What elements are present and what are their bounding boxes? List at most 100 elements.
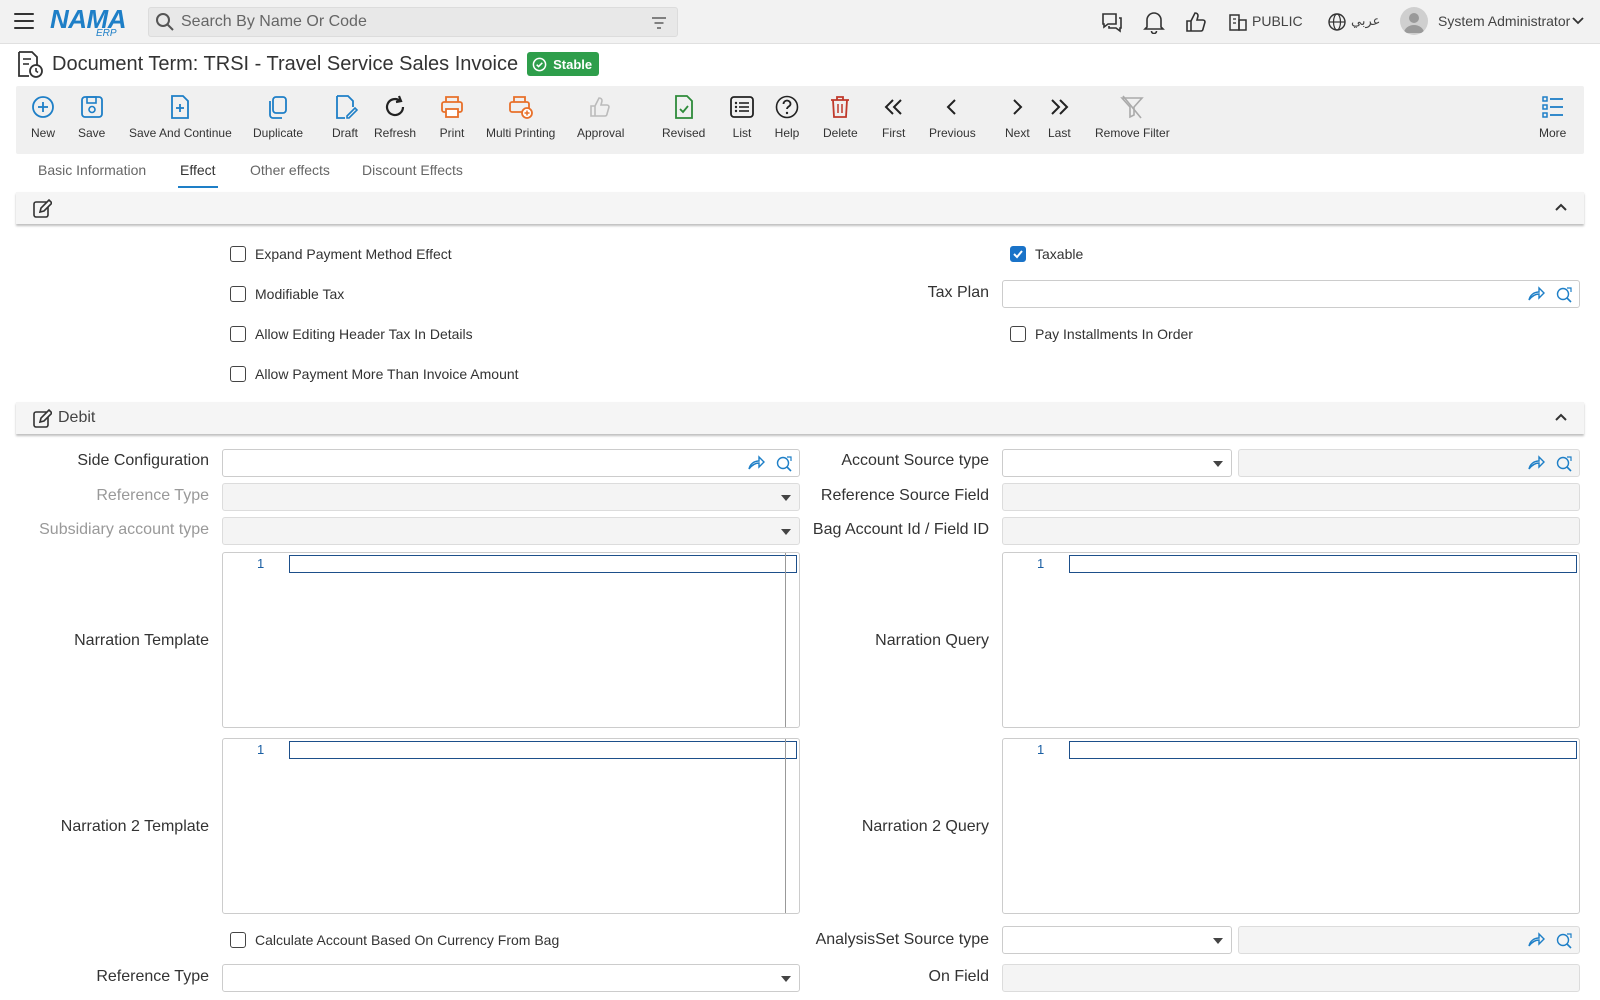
remove-filter-label: Remove Filter — [1095, 126, 1170, 140]
checkbox[interactable] — [1010, 326, 1026, 342]
checkbox[interactable] — [230, 366, 246, 382]
user-name[interactable]: System Administrator — [1438, 13, 1570, 29]
checkbox[interactable] — [230, 932, 246, 948]
checkbox[interactable] — [230, 246, 246, 262]
narration-2-query-editor[interactable]: 1 — [1002, 738, 1580, 914]
search-icon[interactable] — [1555, 455, 1573, 473]
narration-2-template-editor[interactable]: 1 — [222, 738, 800, 914]
tab-effect[interactable]: Effect — [180, 162, 216, 178]
revised-button[interactable]: Revised — [662, 94, 705, 140]
save-button[interactable]: Save — [78, 94, 105, 140]
more-label: More — [1539, 126, 1567, 140]
editor-scrollbar[interactable] — [785, 739, 786, 913]
checkbox-label: Taxable — [1035, 246, 1084, 262]
app-logo[interactable]: NAMA ERP — [50, 4, 127, 39]
narration-2-template-label: Narration 2 Template — [60, 818, 209, 835]
filter-icon[interactable] — [651, 15, 667, 31]
checkbox-label: Expand Payment Method Effect — [255, 246, 452, 262]
side-configuration-field[interactable] — [222, 449, 800, 477]
save-label: Save — [78, 126, 106, 140]
status-text: Stable — [553, 56, 593, 72]
duplicate-button[interactable]: Duplicate — [253, 94, 303, 140]
edit-icon — [33, 409, 52, 428]
branch-label[interactable]: PUBLIC — [1252, 13, 1303, 29]
search-input[interactable] — [181, 13, 641, 31]
checkbox-checked[interactable] — [1010, 246, 1026, 262]
taxable-checkbox[interactable]: Taxable — [1010, 246, 1083, 262]
draft-button[interactable]: Draft — [332, 94, 358, 140]
line-number: 1 — [1037, 742, 1045, 757]
search-icon[interactable] — [1555, 932, 1573, 950]
next-button[interactable]: Next — [1005, 94, 1030, 140]
help-icon — [775, 95, 799, 119]
bag-account-id-field[interactable] — [1002, 517, 1580, 545]
previous-button[interactable]: Previous — [929, 94, 976, 140]
help-button[interactable]: Help — [774, 94, 800, 140]
delete-button[interactable]: Delete — [823, 94, 858, 140]
calc-account-currency-checkbox[interactable]: Calculate Account Based On Currency From… — [230, 932, 559, 948]
tab-other-effects[interactable]: Other effects — [250, 162, 330, 178]
open-link-icon[interactable] — [747, 455, 765, 471]
account-source-type-select[interactable] — [1002, 449, 1232, 477]
first-button[interactable]: First — [882, 94, 905, 140]
account-source-field[interactable] — [1238, 449, 1580, 477]
allow-editing-header-tax-checkbox[interactable]: Allow Editing Header Tax In Details — [230, 326, 473, 342]
open-link-icon[interactable] — [1527, 286, 1545, 302]
chevron-down-icon[interactable] — [1572, 16, 1584, 26]
tax-plan-field[interactable] — [1002, 280, 1580, 308]
thumbs-up-icon[interactable] — [1185, 10, 1207, 34]
refresh-icon — [385, 95, 405, 117]
multi-printing-button[interactable]: Multi Printing — [486, 94, 555, 140]
more-button[interactable]: More — [1539, 94, 1566, 140]
allow-payment-more-checkbox[interactable]: Allow Payment More Than Invoice Amount — [230, 366, 519, 382]
checkbox[interactable] — [230, 286, 246, 302]
checkbox[interactable] — [230, 326, 246, 342]
multi-printing-label: Multi Printing — [486, 126, 556, 140]
remove-filter-button[interactable]: Remove Filter — [1095, 94, 1170, 140]
line-number: 1 — [257, 742, 265, 757]
last-button[interactable]: Last — [1048, 94, 1071, 140]
chat-icon[interactable] — [1100, 10, 1124, 34]
narration-query-editor[interactable]: 1 — [1002, 552, 1580, 728]
account-source-type-label: Account Source type — [841, 452, 989, 469]
on-field-input[interactable] — [1002, 964, 1580, 992]
analysis-set-source-type-select[interactable] — [1002, 926, 1232, 954]
analysis-set-source-type-label: AnalysisSet Source type — [815, 931, 989, 948]
approval-button[interactable]: Approval — [577, 94, 624, 140]
expand-payment-method-effect-checkbox[interactable]: Expand Payment Method Effect — [230, 246, 452, 262]
narration-template-editor[interactable]: 1 — [222, 552, 800, 728]
reference-type-2-select[interactable] — [222, 964, 800, 992]
check-circle-icon — [532, 57, 547, 71]
tab-discount-effects[interactable]: Discount Effects — [362, 162, 463, 178]
open-link-icon[interactable] — [1527, 932, 1545, 948]
checkbox-label: Calculate Account Based On Currency From… — [255, 932, 560, 948]
subsidiary-account-type-select[interactable] — [222, 517, 800, 545]
avatar[interactable] — [1400, 7, 1428, 35]
search-icon[interactable] — [1555, 286, 1573, 304]
modifiable-tax-checkbox[interactable]: Modifiable Tax — [230, 286, 344, 302]
globe-icon[interactable] — [1327, 12, 1347, 32]
chevron-up-icon[interactable] — [1554, 412, 1568, 422]
print-button[interactable]: Print — [439, 94, 465, 140]
list-button[interactable]: List — [729, 94, 755, 140]
help-label: Help — [774, 126, 800, 140]
chevron-up-icon[interactable] — [1554, 202, 1568, 212]
file-plus-icon — [171, 95, 190, 119]
save-and-continue-button[interactable]: Save And Continue — [129, 94, 232, 140]
list-icon — [730, 96, 754, 118]
editor-active-line — [289, 741, 797, 759]
new-button[interactable]: New — [30, 94, 56, 140]
bell-icon[interactable] — [1143, 10, 1165, 34]
refresh-button[interactable]: Refresh — [374, 94, 416, 140]
language-toggle[interactable]: عربي — [1351, 13, 1380, 29]
menu-icon[interactable] — [14, 13, 34, 29]
tab-basic-information[interactable]: Basic Information — [38, 162, 146, 178]
double-chevron-right-icon — [1051, 99, 1069, 115]
branch-icon[interactable] — [1228, 12, 1248, 32]
editor-scrollbar[interactable] — [785, 553, 786, 727]
analysis-set-source-field[interactable] — [1238, 926, 1580, 954]
open-link-icon[interactable] — [1527, 455, 1545, 471]
reference-source-field[interactable] — [1002, 483, 1580, 511]
reference-type-select[interactable] — [222, 483, 800, 511]
pay-installments-in-order-checkbox[interactable]: Pay Installments In Order — [1010, 326, 1193, 342]
